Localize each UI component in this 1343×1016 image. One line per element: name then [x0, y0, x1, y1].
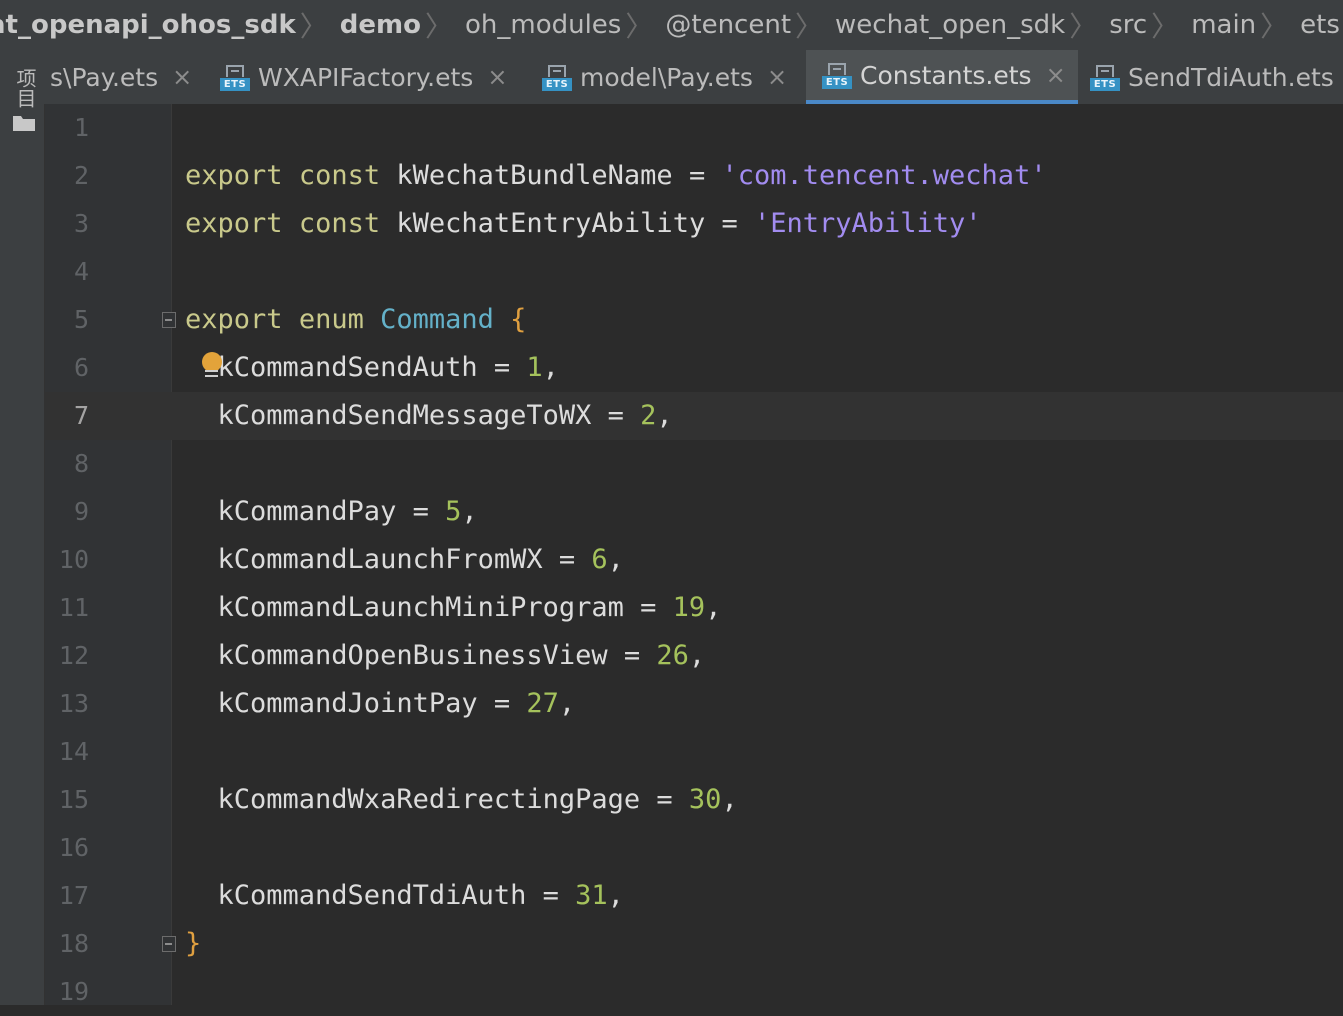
code-text: export const kWechatBundleName = 'com.te…	[185, 160, 1047, 191]
breadcrumb-item[interactable]: oh_modules 〉	[465, 5, 665, 45]
breadcrumb-item[interactable]: main 〉	[1191, 5, 1300, 45]
breadcrumb-item[interactable]: @tencent 〉	[665, 5, 835, 45]
code-line[interactable]: 14	[45, 728, 1343, 776]
line-number: 17	[58, 881, 89, 910]
chevron-right-icon: 〉	[1069, 10, 1098, 43]
chevron-right-icon: 〉	[795, 10, 824, 43]
code-line[interactable]: 16	[45, 824, 1343, 872]
line-number: 10	[58, 545, 89, 574]
line-number: 8	[73, 449, 89, 478]
line-number: 15	[58, 785, 89, 814]
line-number: 12	[58, 641, 89, 670]
code-line[interactable]: 3 export const kWechatEntryAbility = 'Ent…	[45, 200, 1343, 248]
line-number: 18	[58, 929, 89, 958]
close-tab-icon[interactable]: ×	[1046, 61, 1066, 89]
editor-tab[interactable]: ETS WXAPIFactory.ets ×	[220, 50, 520, 104]
line-number: 13	[58, 689, 89, 718]
line-number: 7	[73, 401, 89, 430]
editor-tab[interactable]: ETS SendTdiAuth.ets	[1090, 50, 1343, 104]
code-text: export enum Command {	[185, 304, 527, 335]
line-number: 19	[58, 977, 89, 1006]
tab-label: Constants.ets	[860, 60, 1032, 90]
code-line[interactable]: 15 kCommandWxaRedirectingPage = 30,	[45, 776, 1343, 824]
code-line[interactable]: 19	[45, 968, 1343, 1016]
tab-label: SendTdiAuth.ets	[1128, 62, 1334, 92]
tool-window-strip: 项目	[0, 50, 45, 1005]
line-number: 11	[58, 593, 89, 622]
code-line[interactable]: 11 kCommandLaunchMiniProgram = 19,	[45, 584, 1343, 632]
fold-marker-icon[interactable]	[162, 312, 176, 328]
editor-tab[interactable]: ETS Constants.ets ×	[806, 50, 1078, 104]
breadcrumb-item[interactable]: ets〉	[1300, 5, 1343, 45]
breadcrumb-item[interactable]: wechat_open_sdk 〉	[835, 5, 1109, 45]
chevron-right-icon: 〉	[625, 10, 654, 43]
code-line[interactable]: 7 kCommandSendMessageToWX = 2,	[45, 392, 1343, 440]
code-editor[interactable]: 1 2 export const kWechatBundleName = 'com.…	[45, 104, 1343, 1006]
editor-tab[interactable]: s\Pay.ets ×	[50, 50, 218, 104]
editor-tab-bar: s\Pay.ets × ETS WXAPIFactory.ets × ETS model\P…	[44, 50, 1343, 105]
tab-label: s\Pay.ets	[50, 62, 159, 92]
code-line[interactable]: 2 export const kWechatBundleName = 'com.t…	[45, 152, 1343, 200]
code-text: kCommandLaunchFromWX = 6,	[185, 544, 624, 575]
code-line[interactable]: 1	[45, 104, 1343, 152]
line-number: 6	[73, 353, 89, 382]
ets-file-icon: ETS	[1090, 63, 1120, 91]
line-number: 2	[73, 161, 89, 190]
breadcrumb: at_openapi_ohos_sdk 〉 demo 〉 oh_modules 〉 @ten…	[0, 0, 1343, 50]
code-line[interactable]: 12 kCommandOpenBusinessView = 26,	[45, 632, 1343, 680]
line-number: 5	[73, 305, 89, 334]
code-text: }	[185, 928, 202, 959]
line-number: 3	[73, 209, 89, 238]
breadcrumb-item[interactable]: at_openapi_ohos_sdk 〉	[0, 5, 340, 45]
code-text: kCommandLaunchMiniProgram = 19,	[185, 592, 722, 623]
code-text: kCommandSendAuth = 1,	[185, 352, 559, 383]
code-text: kCommandSendTdiAuth = 31,	[185, 880, 624, 911]
code-text: export const kWechatEntryAbility = 'Entr…	[185, 208, 982, 239]
line-number: 14	[58, 737, 89, 766]
chevron-right-icon: 〉	[1260, 10, 1289, 43]
tab-label: WXAPIFactory.ets	[258, 62, 474, 92]
chevron-right-icon: 〉	[1151, 10, 1180, 43]
lightbulb-base-icon	[205, 370, 218, 377]
code-text: kCommandSendMessageToWX = 2,	[185, 400, 673, 431]
code-line[interactable]: 9 kCommandPay = 5,	[45, 488, 1343, 536]
code-text: kCommandPay = 5,	[185, 496, 478, 527]
code-line[interactable]: 13 kCommandJointPay = 27,	[45, 680, 1343, 728]
breadcrumb-item[interactable]: src 〉	[1109, 5, 1191, 45]
code-line[interactable]: 17 kCommandSendTdiAuth = 31,	[45, 872, 1343, 920]
code-text: kCommandJointPay = 27,	[185, 688, 576, 719]
chevron-right-icon: 〉	[424, 10, 453, 43]
line-number: 9	[73, 497, 89, 526]
code-line[interactable]: 5 export enum Command {	[45, 296, 1343, 344]
close-tab-icon[interactable]: ×	[172, 63, 192, 91]
close-tab-icon[interactable]: ×	[767, 63, 787, 91]
code-text: kCommandWxaRedirectingPage = 30,	[185, 784, 738, 815]
ets-file-icon: ETS	[220, 63, 250, 91]
code-line[interactable]: 18}	[45, 920, 1343, 968]
line-number: 16	[58, 833, 89, 862]
project-tool-window-button[interactable]: 项目	[12, 68, 38, 108]
breadcrumb-item[interactable]: demo 〉	[340, 5, 465, 45]
editor-tab[interactable]: ETS model\Pay.ets ×	[542, 50, 808, 104]
code-line[interactable]: 6 kCommandSendAuth = 1,	[45, 344, 1343, 392]
breadcrumb-items: at_openapi_ohos_sdk 〉 demo 〉 oh_modules 〉 @ten…	[0, 0, 1343, 50]
code-line[interactable]: 10 kCommandLaunchFromWX = 6,	[45, 536, 1343, 584]
ets-file-icon: ETS	[542, 63, 572, 91]
tab-label: model\Pay.ets	[580, 62, 753, 92]
lightbulb-icon[interactable]	[202, 352, 222, 372]
folder-icon[interactable]	[12, 114, 36, 132]
ets-file-icon: ETS	[822, 61, 852, 89]
close-tab-icon[interactable]: ×	[487, 63, 507, 91]
fold-marker-icon[interactable]	[162, 936, 176, 952]
code-text: kCommandOpenBusinessView = 26,	[185, 640, 706, 671]
code-line[interactable]: 8	[45, 440, 1343, 488]
line-number: 4	[73, 257, 89, 286]
chevron-right-icon: 〉	[299, 10, 328, 43]
line-number: 1	[73, 113, 89, 142]
code-line[interactable]: 4	[45, 248, 1343, 296]
